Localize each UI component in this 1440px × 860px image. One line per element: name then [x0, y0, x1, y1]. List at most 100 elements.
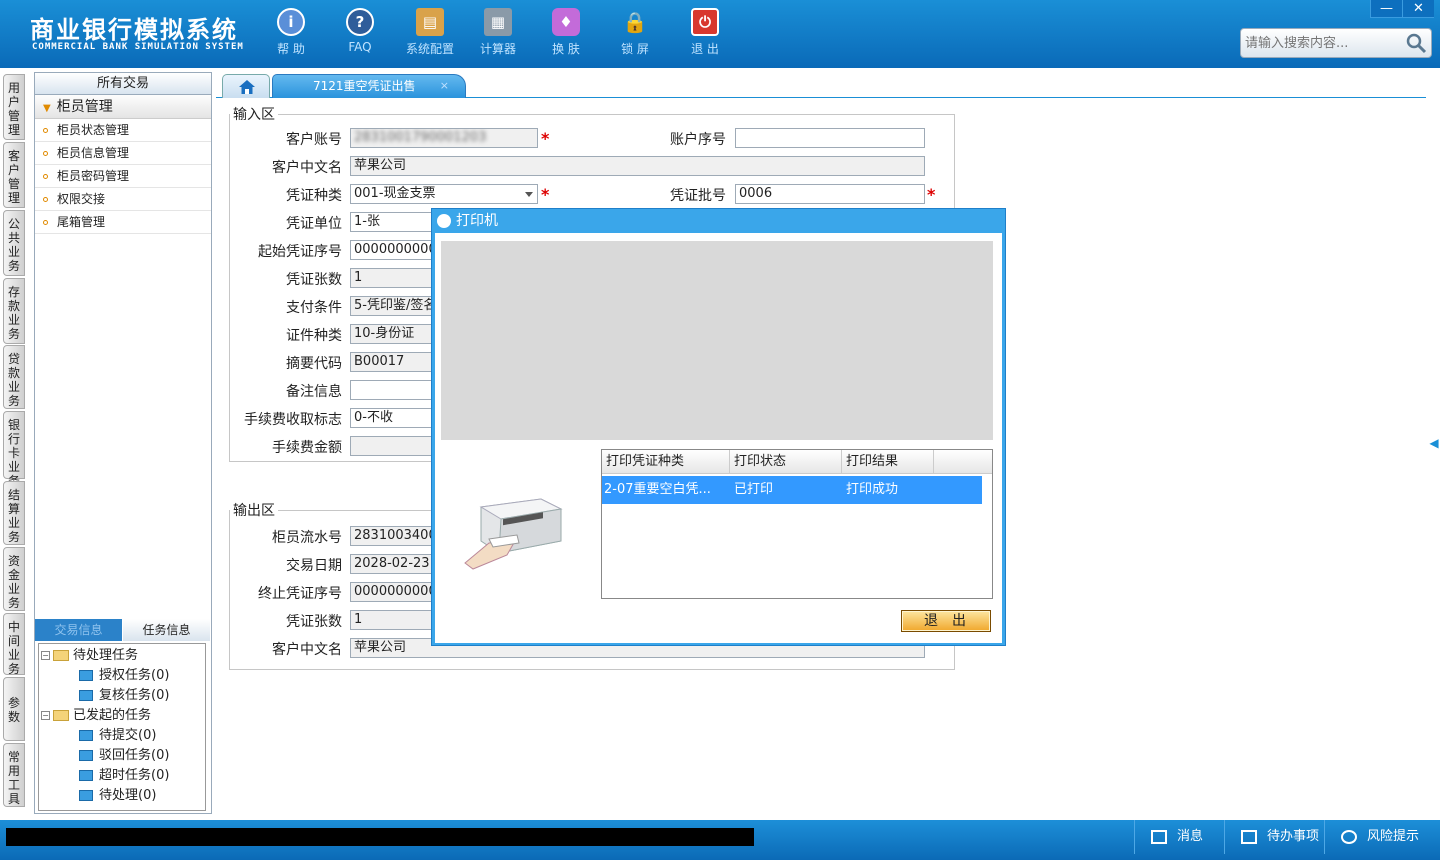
- print-result-table: 打印凭证种类 打印状态 打印结果 2-07重要空白凭... 已打印 打印成功: [601, 449, 993, 599]
- toolbox-icon: ▤: [416, 8, 444, 36]
- help-label: 帮 助: [277, 42, 305, 56]
- calculator-button[interactable]: ▦ 计算器: [468, 8, 528, 57]
- voucher-type-select[interactable]: 001-现金支票: [350, 184, 538, 204]
- vtab-loan-business[interactable]: 贷款业务: [3, 345, 25, 409]
- task-panel: 交易信息 任务信息 − 待处理任务 授权任务(0) 复核任务(0) − 已发起的任务…: [35, 619, 211, 813]
- tree-node-timeout[interactable]: 超时任务(0): [39, 766, 205, 786]
- tab-task-info[interactable]: 任务信息: [123, 619, 211, 641]
- trade-date-label: 交易日期: [286, 558, 342, 574]
- tree-node-authorization[interactable]: 授权任务(0): [39, 666, 205, 686]
- module-tabs: 用户管理 客户管理 公共业务 存款业务 贷款业务 银行卡业务 结算业务 资金业务…: [0, 68, 30, 820]
- collapse-icon[interactable]: −: [41, 651, 50, 660]
- tab-transaction-info[interactable]: 交易信息: [35, 619, 123, 641]
- voucher-unit-label: 凭证单位: [286, 216, 342, 232]
- tree-node-pending[interactable]: − 待处理任务: [39, 646, 205, 666]
- close-window-button[interactable]: ✕: [1402, 0, 1434, 18]
- vtab-parameters[interactable]: 参数: [3, 677, 25, 741]
- pay-condition-label: 支付条件: [286, 300, 342, 316]
- faq-button[interactable]: ? FAQ: [330, 8, 390, 54]
- search-box: [1240, 28, 1432, 58]
- tree-node-label: 授权任务(0): [99, 668, 170, 683]
- skin-button[interactable]: ♦ 换 肤: [536, 8, 596, 57]
- system-config-button[interactable]: ▤ 系统配置: [400, 8, 460, 57]
- search-input[interactable]: [1241, 29, 1401, 57]
- vtab-bank-card-business[interactable]: 银行卡业务: [3, 411, 25, 488]
- chevron-left-icon[interactable]: ◀: [1428, 425, 1440, 461]
- menu-item-permission-handover[interactable]: 权限交接: [35, 188, 211, 211]
- required-marker: *: [541, 185, 550, 204]
- serial-label: 柜员流水号: [272, 530, 342, 546]
- vtab-fund-business[interactable]: 资金业务: [3, 547, 25, 611]
- task-tree: − 待处理任务 授权任务(0) 复核任务(0) − 已发起的任务 待提交(0) 驳回…: [38, 643, 206, 811]
- caret-down-icon: ▼: [43, 103, 51, 114]
- folder-icon: [79, 690, 93, 701]
- output-name-label: 客户中文名: [272, 642, 342, 658]
- tree-node-review[interactable]: 复核任务(0): [39, 686, 205, 706]
- close-tab-icon[interactable]: ×: [440, 75, 449, 97]
- printer-icon: [437, 214, 451, 228]
- menu-item-label: 柜员状态管理: [57, 123, 130, 137]
- output-count-label: 凭证张数: [286, 614, 342, 630]
- lock-icon: 🔒: [622, 10, 648, 34]
- voucher-count-label: 凭证张数: [286, 272, 342, 288]
- minimize-button[interactable]: —: [1370, 0, 1402, 18]
- dialog-title-bar[interactable]: 打印机: [432, 209, 1005, 233]
- printer-dialog: 打印机 打印凭证种类 打印状态 打印结果 2-07重要空白凭... 已打印 打印…: [431, 208, 1006, 646]
- group-teller-management[interactable]: ▼ 柜员管理: [35, 95, 211, 119]
- cell-print-result: 打印成功: [846, 482, 899, 497]
- id-type-label: 证件种类: [286, 328, 342, 344]
- vtab-settlement-business[interactable]: 结算业务: [3, 481, 25, 545]
- remark-label: 备注信息: [286, 384, 342, 400]
- tree-node-rejected[interactable]: 驳回任务(0): [39, 746, 205, 766]
- tree-node-label: 待处理(0): [99, 788, 157, 803]
- vtab-intermediate-business[interactable]: 中间业务: [3, 613, 25, 676]
- account-label: 客户账号: [286, 132, 342, 148]
- tree-node-initiated[interactable]: − 已发起的任务: [39, 706, 205, 726]
- bullet-icon: [43, 151, 48, 156]
- lock-screen-button[interactable]: 🔒 锁 屏: [605, 8, 665, 57]
- risk-alert-button[interactable]: 风险提示: [1324, 820, 1434, 854]
- required-marker: *: [927, 185, 936, 204]
- panel-header: 所有交易: [35, 73, 211, 95]
- table-row[interactable]: 2-07重要空白凭... 已打印 打印成功: [602, 476, 982, 504]
- menu-item-tail-box[interactable]: 尾箱管理: [35, 211, 211, 234]
- vtab-common-tools[interactable]: 常用工具: [3, 743, 25, 807]
- tab-home[interactable]: [222, 74, 270, 98]
- calculator-label: 计算器: [479, 42, 516, 56]
- fee-amount-label: 手续费金额: [272, 440, 342, 456]
- account-field[interactable]: 2831001790001203: [350, 128, 538, 148]
- menu-item-label: 权限交接: [57, 192, 106, 206]
- customer-name-label: 客户中文名: [272, 160, 342, 176]
- batch-field[interactable]: 0006: [735, 184, 925, 204]
- table-header: 打印凭证种类 打印状态 打印结果: [602, 450, 992, 474]
- exit-app-label: 退 出: [691, 42, 719, 56]
- exit-app-button[interactable]: ⏻ 退 出: [675, 8, 735, 57]
- customer-name-field[interactable]: 苹果公司: [350, 156, 925, 176]
- vtab-public-business[interactable]: 公共业务: [3, 210, 25, 276]
- chevron-down-icon[interactable]: [525, 192, 533, 197]
- collapse-icon[interactable]: −: [41, 711, 50, 720]
- exit-button[interactable]: 退出: [901, 610, 991, 632]
- status-message-area: [6, 828, 754, 846]
- todo-button[interactable]: 待办事项: [1224, 820, 1324, 854]
- account-seq-field[interactable]: [735, 128, 925, 148]
- messages-button[interactable]: 消息: [1134, 820, 1224, 854]
- menu-item-teller-password[interactable]: 柜员密码管理: [35, 165, 211, 188]
- search-icon[interactable]: [1405, 32, 1427, 54]
- lock-screen-label: 锁 屏: [621, 42, 649, 56]
- tree-node-to-submit[interactable]: 待提交(0): [39, 726, 205, 746]
- vtab-deposit-business[interactable]: 存款业务: [3, 278, 25, 344]
- tab-voucher-sale[interactable]: 7121重空凭证出售 ×: [272, 74, 466, 98]
- help-button[interactable]: i 帮 助: [261, 8, 321, 57]
- vtab-user-management[interactable]: 用户管理: [3, 74, 25, 140]
- menu-item-label: 尾箱管理: [57, 215, 106, 229]
- menu-item-teller-status[interactable]: 柜员状态管理: [35, 119, 211, 142]
- print-preview: [441, 241, 993, 440]
- app-subtitle: COMMERCIAL BANK SIMULATION SYSTEM: [32, 42, 244, 52]
- tree-node-to-process[interactable]: 待处理(0): [39, 786, 205, 806]
- skin-label: 换 肤: [552, 42, 580, 56]
- column-header: 打印凭证种类: [602, 450, 730, 473]
- menu-item-teller-info[interactable]: 柜员信息管理: [35, 142, 211, 165]
- tab-label: 7121重空凭证出售: [313, 79, 416, 93]
- vtab-customer-management[interactable]: 客户管理: [3, 142, 25, 208]
